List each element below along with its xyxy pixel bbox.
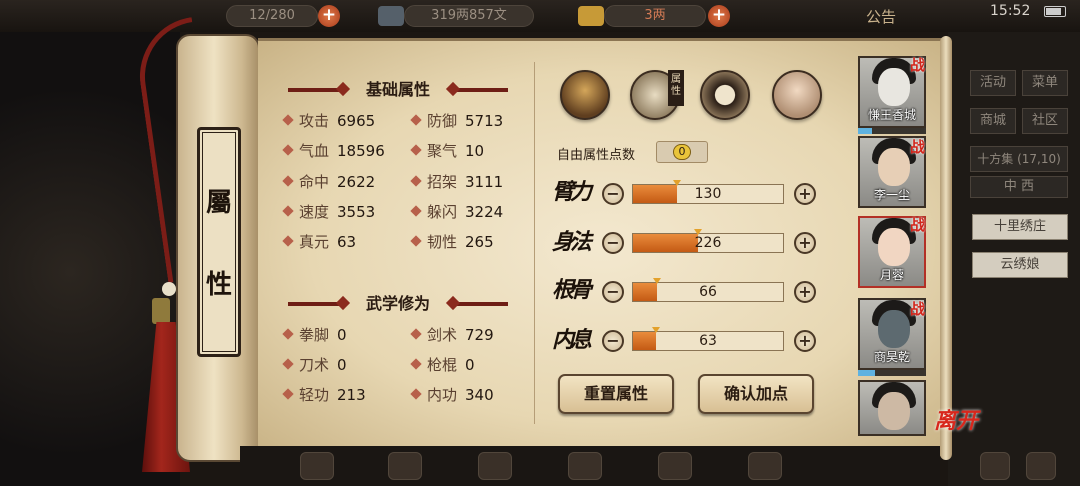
strength-minus-button[interactable]: − bbox=[602, 183, 624, 205]
dock-item-8[interactable] bbox=[1026, 452, 1056, 480]
strength-bar: 130 bbox=[632, 180, 784, 204]
basic-attributes-title: 基础属性 bbox=[280, 78, 516, 102]
agility-value: 226 bbox=[694, 235, 722, 251]
party-member-4-exp bbox=[858, 370, 926, 376]
npc-shop-button[interactable]: 十里绣庄 bbox=[972, 214, 1068, 240]
martial-lightness: 轻功 213 bbox=[282, 384, 366, 406]
party-member-4-war-badge: 战 bbox=[910, 300, 926, 318]
inner-breath-bar: 63 bbox=[632, 327, 784, 351]
martial-blade: 刀术 0 bbox=[282, 354, 347, 376]
money-counter: 319两857文 bbox=[404, 5, 534, 27]
party-member-3-name: 月蓉 bbox=[879, 268, 904, 282]
portrait-face bbox=[878, 310, 910, 348]
scroll-title-plaque: 屬 性 bbox=[197, 127, 241, 357]
inner-breath-value: 63 bbox=[699, 333, 717, 349]
portrait-face bbox=[878, 228, 910, 266]
constitution-plus-button[interactable]: + bbox=[794, 281, 816, 303]
location-label: 十方集 (17,10) bbox=[970, 146, 1068, 172]
activity-button[interactable]: 活动 bbox=[970, 70, 1016, 96]
portrait-face bbox=[878, 392, 910, 430]
scroll-title-char-1: 屬 bbox=[205, 188, 232, 218]
stat-dodge: 躲闪 3224 bbox=[410, 201, 503, 223]
martial-title: 武学修为 bbox=[280, 292, 516, 316]
stat-hp: 气血 18596 bbox=[282, 140, 385, 162]
dock-item-1[interactable] bbox=[300, 452, 334, 480]
party-member-5[interactable] bbox=[858, 380, 926, 436]
bagua-icon[interactable] bbox=[700, 70, 750, 120]
party-member-3-war-badge: 战 bbox=[910, 216, 926, 234]
inner-breath-plus-button[interactable]: + bbox=[794, 330, 816, 352]
martial-spear: 枪棍 0 bbox=[410, 354, 475, 376]
strength-value: 130 bbox=[694, 186, 722, 202]
free-points-value: 0 bbox=[673, 144, 691, 160]
party-member-4-name: 商昊乾 bbox=[873, 350, 910, 364]
party-member-2-name: 李一尘 bbox=[873, 188, 910, 202]
scroll-roll-right bbox=[940, 36, 952, 460]
inner-breath-minus-button[interactable]: − bbox=[602, 330, 624, 352]
menu-button[interactable]: 菜单 bbox=[1022, 70, 1068, 96]
free-points-box: 0 bbox=[656, 141, 708, 163]
tassel-bead bbox=[162, 282, 176, 296]
dock-item-4[interactable] bbox=[568, 452, 602, 480]
top-bar: 12/280 + 319两857文 3两 + 公告 15:52 bbox=[0, 0, 1080, 32]
attr-inner-breath-label: 内息 bbox=[552, 327, 592, 353]
attr-agility-label: 身法 bbox=[552, 229, 592, 255]
martial-inner: 内功 340 bbox=[410, 384, 494, 406]
martial-fist: 拳脚 0 bbox=[282, 324, 347, 346]
party-member-1-war-badge: 战 bbox=[910, 56, 926, 74]
party-member-1-exp bbox=[858, 128, 926, 134]
shop-button[interactable]: 商城 bbox=[970, 108, 1016, 134]
confirm-points-button[interactable]: 确认加点 bbox=[698, 374, 814, 414]
clock: 15:52 bbox=[990, 3, 1031, 19]
strength-plus-button[interactable]: + bbox=[794, 183, 816, 205]
ingot-counter: 3两 bbox=[604, 5, 706, 27]
leave-button[interactable]: 离开 bbox=[934, 410, 980, 450]
attr-strength-label: 臂力 bbox=[552, 179, 592, 205]
attribute-tab-tag: 属性 bbox=[668, 70, 684, 106]
battery-icon bbox=[1044, 6, 1066, 17]
attr-constitution-label: 根骨 bbox=[552, 277, 592, 303]
capacity-counter: 12/280 bbox=[226, 5, 318, 27]
agility-minus-button[interactable]: − bbox=[602, 232, 624, 254]
add-capacity-button[interactable]: + bbox=[318, 5, 340, 27]
portrait-face bbox=[878, 148, 910, 186]
party-member-2-war-badge: 战 bbox=[910, 138, 926, 156]
stat-qi-gather: 聚气 10 bbox=[410, 140, 484, 162]
stat-defense: 防御 5713 bbox=[410, 110, 503, 132]
mask-face bbox=[878, 68, 910, 106]
agility-bar: 226 bbox=[632, 229, 784, 253]
tassel-cap bbox=[152, 298, 170, 324]
free-points-label: 自由属性点数 bbox=[557, 148, 636, 163]
stat-attack: 攻击 6965 bbox=[282, 110, 375, 132]
stat-parry: 招架 3111 bbox=[410, 171, 503, 193]
reset-attributes-button[interactable]: 重置属性 bbox=[558, 374, 674, 414]
meridian-body-icon[interactable] bbox=[772, 70, 822, 120]
npc-embroidery-button[interactable]: 云绣娘 bbox=[972, 252, 1068, 278]
scroll-title-char-2: 性 bbox=[205, 270, 232, 300]
add-ingot-button[interactable]: + bbox=[708, 5, 730, 27]
constitution-bar: 66 bbox=[632, 278, 784, 302]
hat-figure-icon[interactable] bbox=[560, 70, 610, 120]
ingot-icon bbox=[578, 6, 604, 26]
dock-item-5[interactable] bbox=[658, 452, 692, 480]
constitution-minus-button[interactable]: − bbox=[602, 281, 624, 303]
stat-hit: 命中 2622 bbox=[282, 171, 375, 193]
community-button[interactable]: 社区 bbox=[1022, 108, 1068, 134]
announcement-button[interactable]: 公告 bbox=[866, 6, 896, 27]
region-label: 中 西 bbox=[970, 176, 1068, 198]
agility-plus-button[interactable]: + bbox=[794, 232, 816, 254]
stat-true-essence: 真元 63 bbox=[282, 231, 356, 253]
dock-item-7[interactable] bbox=[980, 452, 1010, 480]
dock-item-6[interactable] bbox=[748, 452, 782, 480]
dock-item-2[interactable] bbox=[388, 452, 422, 480]
stat-speed: 速度 3553 bbox=[282, 201, 375, 223]
martial-sword: 剑术 729 bbox=[410, 324, 494, 346]
party-member-1-name: 慊王香城 bbox=[867, 108, 916, 122]
money-icon bbox=[378, 6, 404, 26]
constitution-value: 66 bbox=[699, 284, 717, 300]
stat-toughness: 韧性 265 bbox=[410, 231, 494, 253]
dock-item-3[interactable] bbox=[478, 452, 512, 480]
panel-divider bbox=[534, 62, 535, 424]
